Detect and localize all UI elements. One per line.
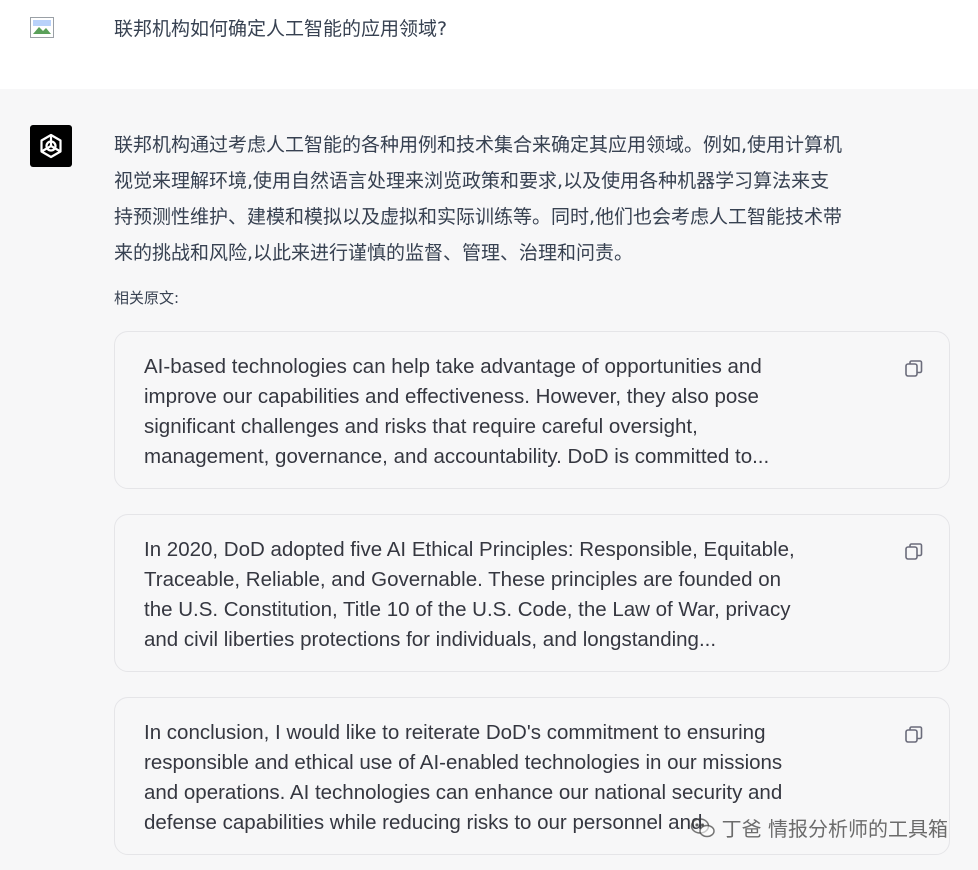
answer-line: 来的挑战和风险,以此来进行谨慎的监督、管理、治理和问责。	[114, 242, 634, 264]
watermark-text: 丁爸 情报分析师的工具箱	[721, 817, 948, 841]
assistant-answer: 联邦机构通过考虑人工智能的各种用例和技术集合来确定其应用领域。例如,使用计算机 …	[114, 127, 944, 271]
source-quote-text: In 2020, DoD adopted five AI Ethical Pri…	[144, 535, 884, 655]
quote-line: AI-based technologies can help take adva…	[144, 355, 762, 378]
copy-icon[interactable]	[903, 541, 925, 563]
related-sources-label: 相关原文:	[114, 289, 180, 307]
source-quote-card[interactable]: AI-based technologies can help take adva…	[114, 331, 950, 489]
quote-line: and civil liberties protections for indi…	[144, 628, 717, 651]
quote-line: management, governance, and accountabili…	[144, 445, 770, 468]
user-message-row: 联邦机构如何确定人工智能的应用领域?	[0, 0, 978, 89]
broken-image-icon	[30, 17, 54, 38]
answer-line: 视觉来理解环境,使用自然语言处理来浏览政策和要求,以及使用各种机器学习算法来支	[114, 170, 830, 192]
wechat-icon	[690, 817, 715, 837]
answer-line: 联邦机构通过考虑人工智能的各种用例和技术集合来确定其应用领域。例如,使用计算机	[114, 134, 843, 156]
source-quote-card[interactable]: In 2020, DoD adopted five AI Ethical Pri…	[114, 514, 950, 672]
assistant-message-row: 联邦机构通过考虑人工智能的各种用例和技术集合来确定其应用领域。例如,使用计算机 …	[0, 89, 978, 870]
quote-line: significant challenges and risks that re…	[144, 415, 698, 438]
openai-logo-icon	[30, 125, 72, 167]
quote-line: the U.S. Constitution, Title 10 of the U…	[144, 598, 791, 621]
quote-line: In conclusion, I would like to reiterate…	[144, 721, 766, 744]
quote-line: improve our capabilities and effectivene…	[144, 385, 759, 408]
source-quote-text: AI-based technologies can help take adva…	[144, 352, 884, 472]
quote-line: In 2020, DoD adopted five AI Ethical Pri…	[144, 538, 795, 561]
user-question: 联邦机构如何确定人工智能的应用领域?	[114, 18, 448, 40]
watermark: 丁爸 情报分析师的工具箱	[690, 813, 948, 842]
copy-icon[interactable]	[903, 358, 925, 380]
quote-line: and operations. AI technologies can enha…	[144, 781, 783, 804]
answer-line: 持预测性维护、建模和模拟以及虚拟和实际训练等。同时,他们也会考虑人工智能技术带	[114, 206, 843, 228]
copy-icon[interactable]	[903, 724, 925, 746]
quote-line: responsible and ethical use of AI-enable…	[144, 751, 783, 774]
quote-line: Traceable, Reliable, and Governable. The…	[144, 568, 782, 591]
